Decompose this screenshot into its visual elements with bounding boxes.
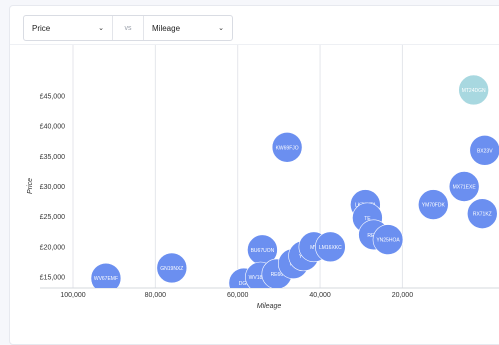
x-axis: 100,000 80,000 60,000 40,000 20,000 bbox=[60, 292, 413, 299]
y-tick-label: £40,000 bbox=[40, 124, 65, 131]
bubble-layer: WV67EMFGN19NXZKW69FJOBU67UONDG6WV18XTYRE… bbox=[90, 74, 499, 293]
data-point-label: YM70FDK bbox=[422, 203, 446, 209]
x-tick-label: 80,000 bbox=[145, 292, 167, 299]
data-point[interactable]: YN25HOA bbox=[372, 224, 404, 255]
data-point[interactable]: WV67EMF bbox=[90, 262, 122, 293]
y-axis: £15,000 £20,000 £25,000 £30,000 £35,000 £40,0… bbox=[40, 94, 65, 282]
data-point[interactable]: MX71EXE bbox=[448, 171, 480, 202]
data-point[interactable]: YM70FDK bbox=[417, 189, 449, 220]
data-point-label: MT24DGN bbox=[462, 88, 486, 94]
data-point[interactable]: RX71KZ bbox=[466, 198, 498, 229]
scatter-chart: WV67EMFGN19NXZKW69FJOBU67UONDG6WV18XTYRE… bbox=[27, 45, 499, 310]
data-point-label: YN25HOA bbox=[376, 238, 400, 244]
data-point-label: WV67EMF bbox=[94, 276, 118, 282]
x-axis-label: Mileage bbox=[257, 303, 282, 310]
y-tick-label: £20,000 bbox=[40, 244, 65, 251]
data-point-label: LM16XKC bbox=[319, 245, 342, 251]
y-axis-label: Price bbox=[27, 178, 34, 194]
x-tick-label: 20,000 bbox=[392, 292, 414, 299]
x-tick-label: 60,000 bbox=[227, 292, 249, 299]
data-point[interactable]: MT24DGN bbox=[458, 74, 489, 106]
y-tick-label: £15,000 bbox=[40, 275, 65, 282]
x-tick-label: 100,000 bbox=[60, 292, 85, 299]
y-tick-label: £30,000 bbox=[40, 184, 65, 191]
data-point[interactable]: KW69FJO bbox=[271, 131, 303, 163]
data-point-label: MX71EXE bbox=[453, 185, 477, 191]
data-point[interactable]: LM16XKC bbox=[315, 231, 346, 263]
data-point[interactable]: GN19NXZ bbox=[156, 252, 188, 284]
data-point-label: BU67UON bbox=[251, 248, 275, 254]
data-point-label: KW69FJO bbox=[276, 145, 299, 151]
data-point-label: GN19NXZ bbox=[160, 266, 183, 272]
y-tick-label: £25,000 bbox=[40, 214, 65, 221]
x-tick-label: 40,000 bbox=[309, 292, 331, 299]
y-tick-label: £35,000 bbox=[40, 154, 65, 161]
data-point-label: BX23V bbox=[477, 148, 493, 154]
y-tick-label: £45,000 bbox=[40, 94, 65, 101]
data-point-label: RX71KZ bbox=[473, 212, 492, 218]
data-point[interactable]: BX23V bbox=[469, 135, 499, 166]
